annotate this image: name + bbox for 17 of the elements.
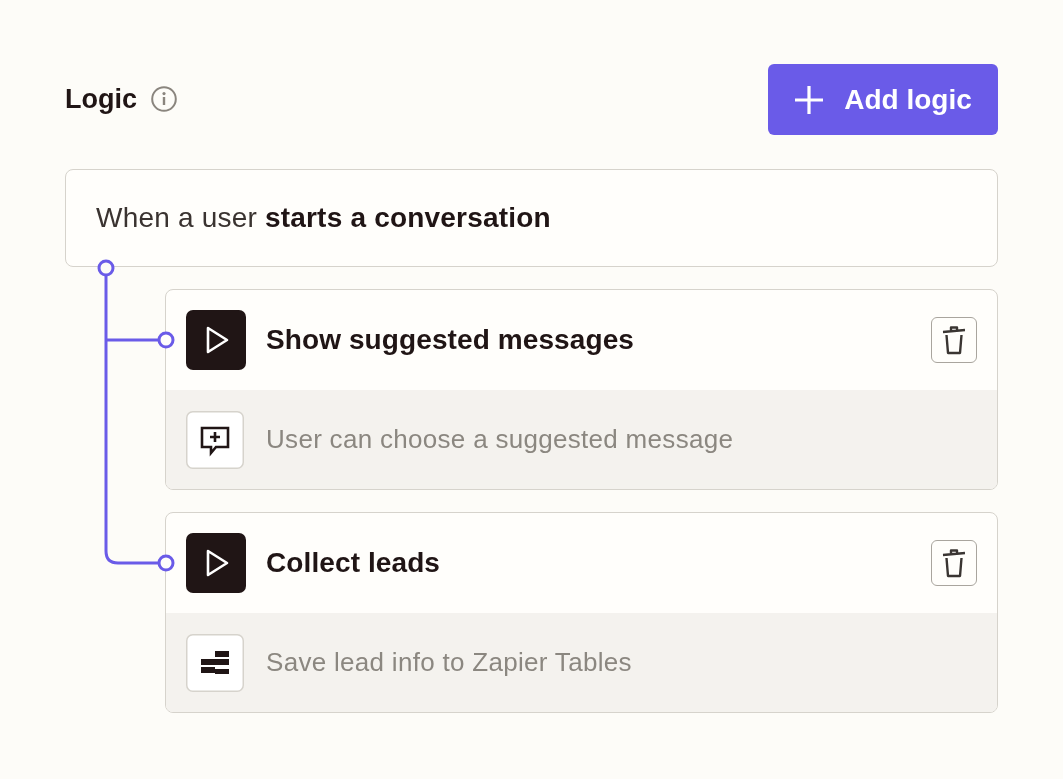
- action-title: Collect leads: [266, 547, 441, 579]
- section-title: Logic: [65, 83, 137, 116]
- trigger-text: When a user starts a conversation: [96, 202, 551, 234]
- info-icon[interactable]: [151, 86, 177, 113]
- stacked-bars-icon: [186, 633, 244, 692]
- play-icon: [186, 310, 246, 370]
- trash-icon: [941, 548, 967, 578]
- trash-icon: [941, 325, 967, 355]
- action-description: Save lead info to Zapier Tables: [266, 647, 632, 678]
- plus-icon: [794, 84, 825, 115]
- add-logic-button[interactable]: Add logic: [768, 64, 998, 135]
- chat-plus-icon: [186, 410, 244, 469]
- play-icon: [186, 533, 246, 593]
- delete-button[interactable]: [931, 317, 977, 363]
- action-description: User can choose a suggested message: [266, 424, 734, 455]
- delete-button[interactable]: [931, 540, 977, 586]
- action-title: Show suggested messages: [266, 324, 634, 356]
